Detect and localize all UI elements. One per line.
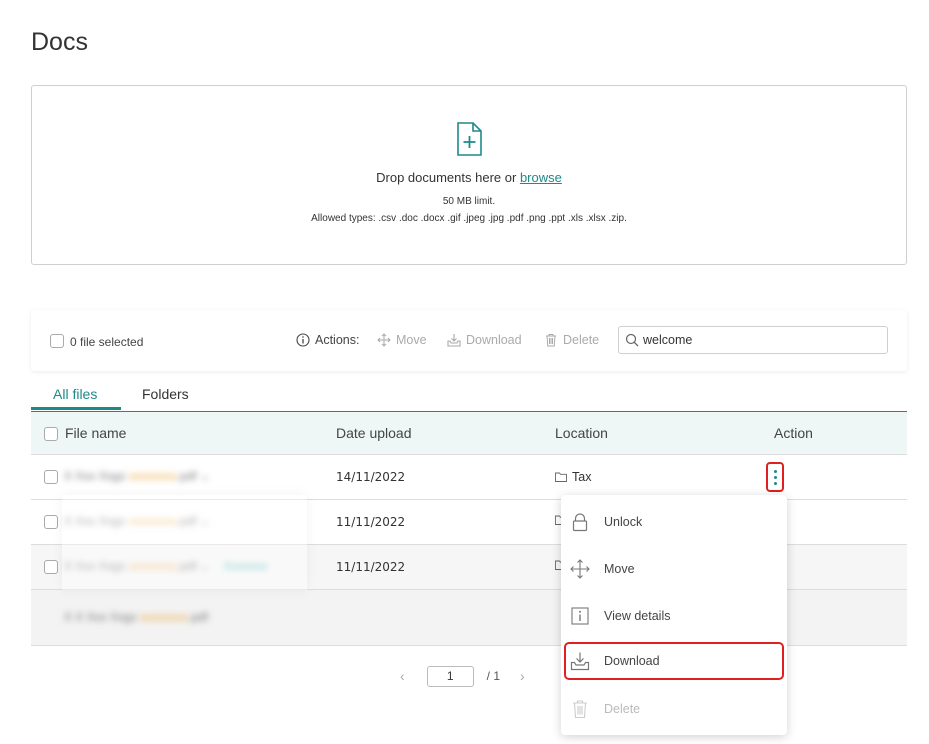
select-all-checkbox[interactable]	[44, 427, 58, 441]
page-total: / 1	[486, 669, 501, 683]
tab-all-files[interactable]: All files	[53, 386, 97, 402]
menu-item-label: Unlock	[604, 515, 643, 529]
menu-item-label: Move	[604, 562, 635, 576]
menu-item-label: Download	[604, 654, 660, 668]
download-icon	[447, 334, 461, 347]
row-location-text: Tax	[572, 470, 592, 484]
menu-item-view-details[interactable]: View details	[561, 596, 787, 636]
move-button[interactable]: Move	[377, 333, 427, 347]
page-title: Docs	[31, 28, 88, 56]
menu-item-unlock[interactable]: Unlock	[561, 502, 787, 542]
file-tabs: All files Folders	[31, 380, 907, 412]
row-date: 11/11/2022	[336, 560, 406, 574]
column-header-location[interactable]: Location	[555, 425, 608, 441]
row-date: 11/11/2022	[336, 515, 406, 529]
trash-icon	[573, 700, 587, 719]
dropzone-text: Drop documents here or browse	[32, 170, 906, 185]
search-icon	[625, 333, 639, 347]
trash-icon	[546, 334, 556, 347]
delete-button-label: Delete	[563, 333, 600, 347]
move-icon	[377, 333, 391, 347]
download-icon	[570, 652, 590, 671]
download-button-label: Download	[466, 333, 522, 347]
pagination: ‹ / 1 ›	[400, 665, 525, 687]
dropzone-main-text: Drop documents here or	[376, 170, 517, 185]
column-header-action: Action	[774, 425, 813, 441]
search-input[interactable]	[643, 333, 883, 347]
row-action-menu: Unlock Move View details Download Delete	[561, 495, 787, 735]
info-circle-icon	[296, 333, 310, 347]
dropzone-limit-text: 50 MB limit.	[442, 196, 496, 207]
browse-link[interactable]: browse	[520, 170, 562, 185]
delete-button[interactable]: Delete	[544, 333, 599, 347]
row-action-menu-button[interactable]	[766, 462, 784, 492]
kebab-dot	[773, 481, 777, 485]
prev-page-icon[interactable]: ‹	[400, 668, 405, 684]
blurred-overlay	[62, 495, 307, 590]
column-header-date-upload[interactable]: Date upload	[336, 425, 412, 441]
row-location[interactable]: Tax	[555, 470, 591, 484]
active-tab-indicator	[31, 407, 121, 410]
menu-item-delete[interactable]: Delete	[561, 689, 787, 729]
select-all-checkbox-toolbar[interactable]	[50, 334, 64, 348]
dropzone-allowed-types: Allowed types: .csv .doc .docx .gif .jpe…	[311, 213, 627, 224]
menu-item-download[interactable]: Download	[564, 642, 784, 680]
upload-dropzone[interactable]: Drop documents here or browse 50 MB limi…	[31, 85, 907, 265]
search-box[interactable]	[618, 326, 888, 354]
download-button[interactable]: Download	[447, 333, 522, 347]
table-header: File name Date upload Location Action	[31, 412, 907, 455]
kebab-dot	[773, 469, 777, 473]
row-checkbox[interactable]	[44, 560, 58, 574]
actions-label-text: Actions:	[315, 333, 360, 347]
file-name-redacted: X X Xxx Xxgx xxxxxxxx.pdf	[64, 610, 209, 624]
add-file-icon	[457, 122, 482, 156]
file-name-redacted: X Xxx Xxgx xxxxxxxx.pdf ⌄	[64, 469, 211, 483]
info-icon	[571, 607, 589, 625]
selected-count-label: 0 file selected	[70, 335, 144, 349]
tab-folders[interactable]: Folders	[142, 386, 189, 402]
actions-label: Actions:	[296, 333, 359, 347]
row-checkbox[interactable]	[44, 515, 58, 529]
column-header-file-name[interactable]: File name	[65, 425, 126, 441]
row-checkbox[interactable]	[44, 470, 58, 484]
folder-icon	[555, 472, 567, 482]
page-number-input[interactable]	[426, 665, 474, 687]
next-page-icon[interactable]: ›	[520, 668, 525, 684]
row-date: 14/11/2022	[336, 470, 406, 484]
kebab-dot	[773, 475, 777, 479]
menu-item-label: Delete	[604, 702, 641, 716]
table-row[interactable]: X Xxx Xxgx xxxxxxxx.pdf ⌄ 14/11/2022 Tax	[31, 455, 907, 500]
move-button-label: Move	[396, 333, 427, 347]
menu-item-label: View details	[604, 609, 671, 623]
menu-item-move[interactable]: Move	[561, 549, 787, 589]
move-icon	[570, 559, 590, 579]
file-toolbar: 0 file selected Actions: Move Download D…	[31, 310, 907, 371]
lock-icon	[572, 513, 588, 532]
